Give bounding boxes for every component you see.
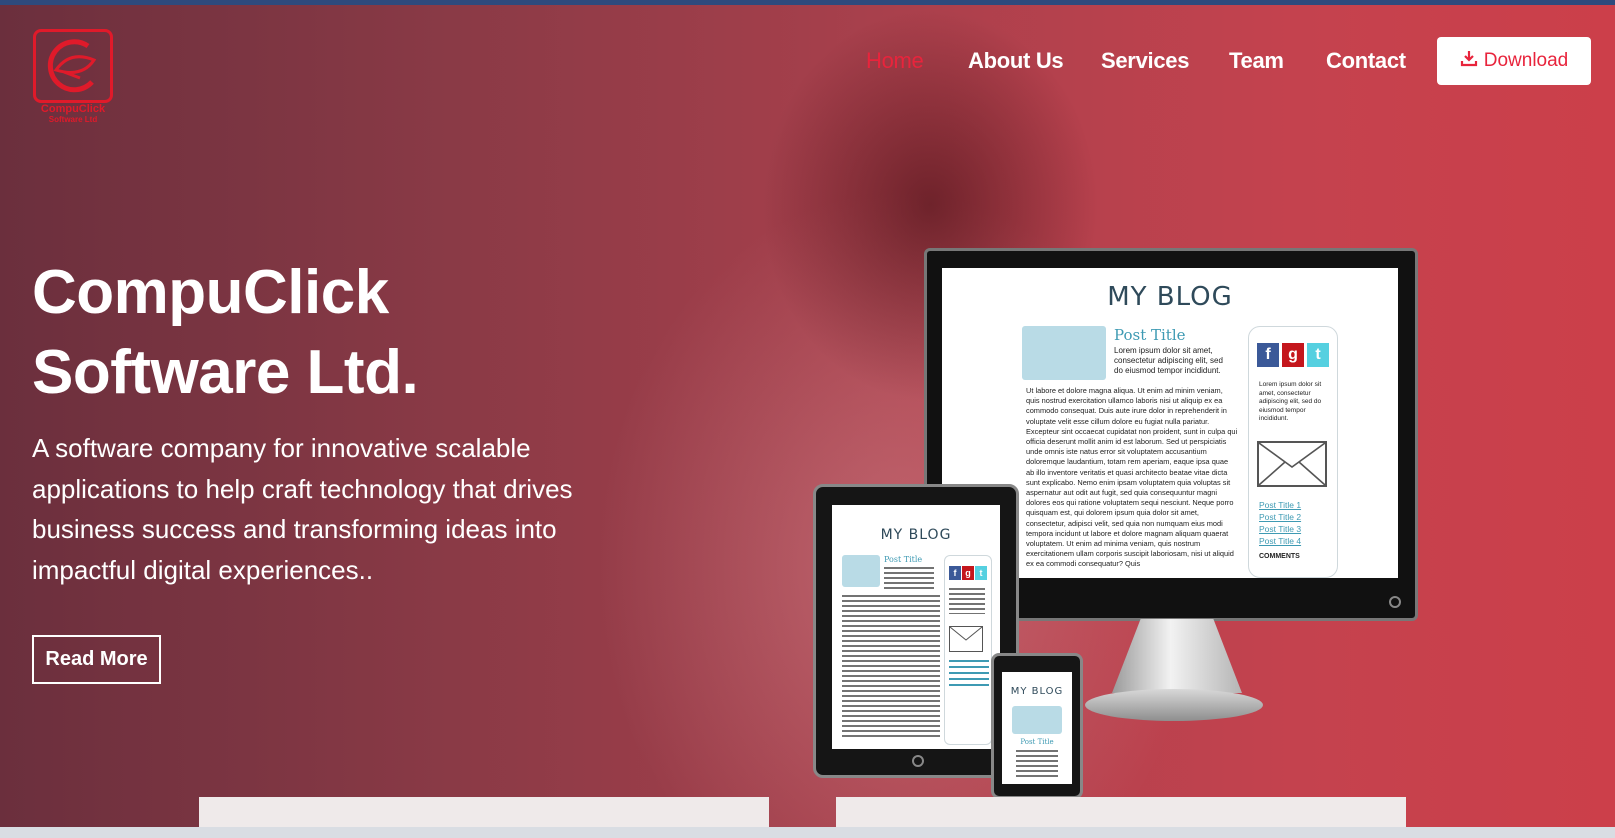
tablet-home-button xyxy=(912,755,924,767)
feature-card-1 xyxy=(199,797,769,827)
envelope-icon xyxy=(1257,441,1327,487)
monitor-post-body: Ut labore et dolore magna aliqua. Ut eni… xyxy=(1026,386,1238,569)
phone-blog-title: MY BLOG xyxy=(1010,686,1064,697)
post-link[interactable]: Post Title 3 xyxy=(1259,523,1301,535)
logo-sub-text: Software Ltd xyxy=(48,115,98,124)
monitor-post-image xyxy=(1022,326,1106,380)
hero-title: CompuClick Software Ltd. xyxy=(32,253,592,413)
tablet-body-lines xyxy=(842,595,940,740)
download-label: Download xyxy=(1483,50,1569,71)
tablet-screen: MY BLOG Post Title f g t xyxy=(832,505,1000,749)
monitor-blog-title: MY BLOG xyxy=(1107,282,1233,312)
monitor-sidebar: f g t Lorem ipsum dolor sit amet, consec… xyxy=(1248,326,1338,578)
post-link[interactable]: Post Title 2 xyxy=(1259,511,1301,523)
tablet-link-lines xyxy=(949,660,989,690)
download-icon xyxy=(1460,49,1478,73)
post-link[interactable]: Post Title 4 xyxy=(1259,535,1301,547)
tablet-post-title: Post Title xyxy=(884,555,923,564)
logo-mark-icon xyxy=(33,29,113,103)
tablet-mockup: MY BLOG Post Title f g t xyxy=(813,484,1019,778)
hero-section: CompuClick Software Ltd Home About Us Se… xyxy=(0,5,1615,827)
download-button[interactable]: Download xyxy=(1437,37,1591,85)
google-icon: g xyxy=(962,566,974,580)
power-icon xyxy=(1389,596,1401,608)
nav-services[interactable]: Services xyxy=(1101,48,1189,74)
monitor-comments-label: COMMENTS xyxy=(1259,553,1300,560)
google-icon: g xyxy=(1282,343,1304,367)
phone-post-image xyxy=(1012,706,1062,734)
phone-post-title: Post Title xyxy=(1020,738,1054,746)
nav-home[interactable]: Home xyxy=(866,48,924,74)
twitter-icon: t xyxy=(975,566,987,580)
logo-brand-text: CompuClick xyxy=(40,103,106,115)
nav-team[interactable]: Team xyxy=(1229,48,1284,74)
monitor-stand-base xyxy=(1085,689,1263,721)
phone-mockup: MY BLOG Post Title xyxy=(991,653,1083,799)
bottom-scroll-edge xyxy=(0,827,1615,838)
tablet-blog-title: MY BLOG xyxy=(880,527,952,543)
twitter-icon: t xyxy=(1307,343,1329,367)
monitor-post-links: Post Title 1 Post Title 2 Post Title 3 P… xyxy=(1259,499,1301,547)
tablet-post-image xyxy=(842,555,880,587)
tablet-sidebar: f g t xyxy=(944,555,992,745)
read-more-button[interactable]: Read More xyxy=(32,635,161,684)
monitor-side-text: Lorem ipsum dolor sit amet, consectetur … xyxy=(1259,381,1322,422)
tablet-side-lines xyxy=(949,588,985,614)
phone-screen: MY BLOG Post Title xyxy=(1002,672,1072,784)
hero-description: A software company for innovative scalab… xyxy=(32,433,573,585)
facebook-icon: f xyxy=(1257,343,1279,367)
monitor-post-title: Post Title xyxy=(1114,326,1186,344)
phone-text-lines xyxy=(1016,750,1058,778)
monitor-post-intro: Lorem ipsum dolor sit amet, consectetur … xyxy=(1114,346,1223,375)
company-logo[interactable]: CompuClick Software Ltd xyxy=(31,25,115,129)
monitor-stand xyxy=(1112,619,1242,693)
hero-title-line1: CompuClick xyxy=(32,258,389,327)
feature-card-2 xyxy=(836,797,1406,827)
nav-contact[interactable]: Contact xyxy=(1326,48,1406,74)
nav-about-us[interactable]: About Us xyxy=(968,48,1064,74)
hero-title-line2: Software Ltd. xyxy=(32,338,419,407)
envelope-icon xyxy=(949,626,983,652)
post-link[interactable]: Post Title 1 xyxy=(1259,499,1301,511)
facebook-icon: f xyxy=(949,566,961,580)
tablet-intro-lines xyxy=(884,567,934,589)
